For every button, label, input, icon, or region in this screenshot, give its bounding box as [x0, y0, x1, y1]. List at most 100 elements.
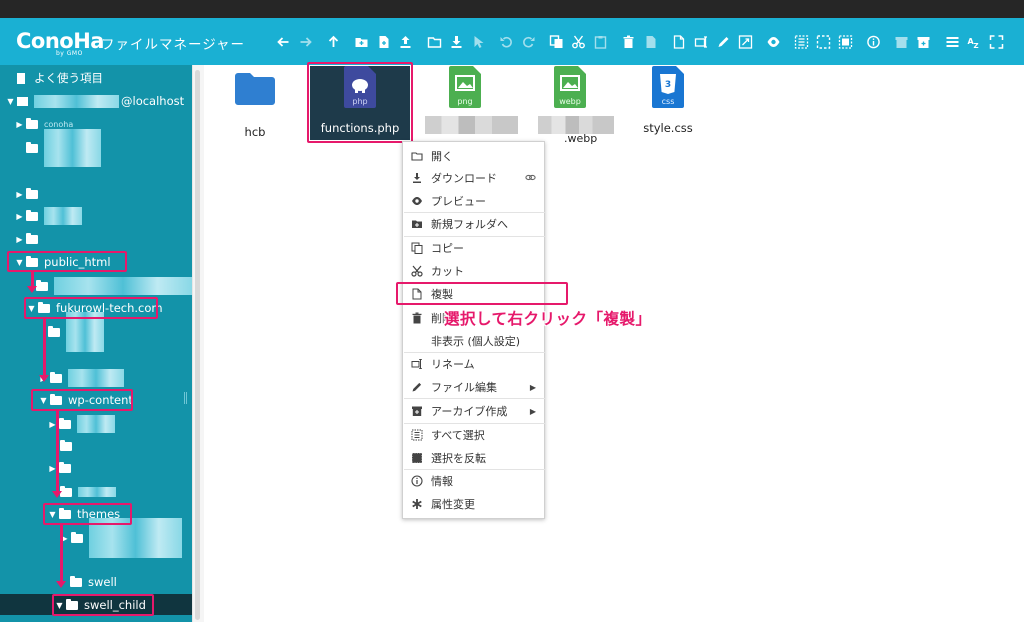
tree-item-folder[interactable]	[48, 312, 104, 352]
resize-handle[interactable]	[184, 392, 187, 404]
folder-icon	[70, 575, 82, 587]
highlight-functions-php	[307, 62, 413, 143]
image-file-icon: webp	[554, 66, 586, 108]
tree-item-folder[interactable]	[26, 129, 101, 167]
download-icon[interactable]	[449, 35, 464, 49]
menu-item-label: カット	[431, 265, 464, 278]
paste-icon[interactable]	[593, 35, 608, 49]
folder-icon	[26, 187, 38, 199]
info-icon	[411, 475, 423, 487]
menu-item-cut[interactable]: カット	[403, 261, 544, 281]
preview-icon[interactable]	[766, 35, 781, 49]
menu-separator	[404, 212, 545, 213]
menu-item-open[interactable]: 開く	[403, 146, 544, 166]
pencil-icon	[411, 381, 423, 393]
menu-item-select-all[interactable]: すべて選択	[403, 425, 544, 445]
menu-item-copy[interactable]: コピー	[403, 238, 544, 258]
arrow-head	[27, 286, 37, 293]
archive-icon[interactable]	[916, 35, 931, 49]
open-icon[interactable]	[427, 35, 442, 49]
redo-icon[interactable]	[521, 35, 536, 49]
duplicate-icon[interactable]	[672, 35, 687, 49]
copy-icon[interactable]	[549, 35, 564, 49]
tree-item-folder[interactable]: ▶	[48, 458, 77, 478]
eye-icon	[411, 195, 423, 207]
highlight-wp-content	[31, 389, 133, 411]
new-file-icon[interactable]	[376, 35, 391, 49]
menu-item-to-new-folder[interactable]: 新規フォルダへ	[403, 214, 544, 234]
tree-item-folder[interactable]: ▶	[60, 518, 182, 558]
menu-item-rename[interactable]: リネーム	[403, 354, 544, 374]
tree-item-folder[interactable]: ▶	[15, 184, 44, 204]
select-all-icon[interactable]	[794, 35, 809, 49]
empty-icon[interactable]	[643, 35, 658, 49]
select-none-icon[interactable]	[816, 35, 831, 49]
delete-icon[interactable]	[621, 35, 636, 49]
tree-item-folder[interactable]: ▶	[39, 368, 124, 388]
folder-icon	[50, 371, 62, 383]
select-cursor-icon[interactable]	[471, 35, 486, 49]
resize-icon[interactable]	[738, 35, 753, 49]
arrow-head	[56, 581, 66, 588]
new-folder-icon[interactable]	[354, 35, 369, 49]
redacted-folder-name	[77, 415, 115, 433]
caret-right-icon[interactable]: ▶	[15, 212, 24, 221]
link-icon[interactable]	[525, 172, 536, 186]
up-icon[interactable]	[326, 35, 341, 49]
sort-icon[interactable]: AZ	[967, 35, 982, 49]
tree-item-label: swell	[88, 575, 117, 589]
rename-icon	[411, 358, 423, 370]
view-list-icon[interactable]	[945, 35, 960, 49]
folder-icon	[71, 531, 83, 543]
css-file-icon: 3 css	[652, 66, 684, 108]
caret-right-icon[interactable]: ▶	[15, 190, 24, 199]
tree-item-folder[interactable]	[60, 436, 78, 456]
tree-item-host[interactable]: ▼ @localhost	[6, 91, 184, 111]
menu-item-preview[interactable]: プレビュー	[403, 191, 544, 211]
caret-down-icon[interactable]: ▼	[6, 97, 15, 106]
tree-item-swell[interactable]: swell	[70, 572, 117, 592]
menu-item-info[interactable]: 情報	[403, 471, 544, 491]
menu-item-archive[interactable]: アーカイブ作成 ▶	[403, 401, 544, 421]
folder-open-icon	[411, 150, 423, 162]
arrow-head	[39, 375, 49, 382]
file-item-style-css[interactable]: 3 css style.css	[623, 66, 713, 136]
upload-icon[interactable]	[398, 35, 413, 49]
tree-item-folder[interactable]: ▶	[15, 229, 44, 249]
folder-icon	[26, 232, 38, 244]
tree-item-favorites[interactable]: よく使う項目	[17, 68, 103, 88]
menu-item-label: 非表示 (個人設定)	[431, 335, 521, 348]
cut-icon[interactable]	[571, 35, 586, 49]
invert-selection-icon[interactable]	[838, 35, 853, 49]
undo-icon[interactable]	[499, 35, 514, 49]
file-item-hcb[interactable]: hcb	[210, 70, 300, 140]
back-icon[interactable]	[276, 35, 291, 49]
fullscreen-icon[interactable]	[989, 35, 1004, 49]
extract-icon[interactable]	[894, 35, 909, 49]
asterisk-icon	[411, 498, 423, 510]
caret-right-icon[interactable]: ▶	[15, 235, 24, 244]
info-icon[interactable]	[866, 35, 881, 49]
tree-item-folder[interactable]: ▶	[15, 206, 82, 226]
arrow-head	[52, 491, 62, 498]
blank-icon	[411, 335, 423, 347]
tree-item-folder[interactable]	[60, 482, 116, 502]
tree-scrollbar-thumb[interactable]	[195, 70, 200, 620]
forward-icon[interactable]	[298, 35, 313, 49]
menu-item-edit[interactable]: ファイル編集 ▶	[403, 377, 544, 397]
menu-item-download[interactable]: ダウンロード	[403, 168, 544, 188]
caret-right-icon[interactable]: ▶	[15, 120, 24, 129]
menu-item-label: コピー	[431, 242, 464, 255]
tree-item-folder[interactable]	[36, 276, 192, 296]
rename-icon[interactable]	[694, 35, 709, 49]
folder-icon	[26, 141, 38, 153]
scissors-icon	[411, 265, 423, 277]
file-name: .webp	[564, 132, 598, 145]
menu-item-label: 属性変更	[431, 498, 475, 511]
menu-item-hide[interactable]: 非表示 (個人設定)	[403, 331, 544, 351]
menu-item-chmod[interactable]: 属性変更	[403, 494, 544, 514]
edit-icon[interactable]	[716, 35, 731, 49]
app-title: ファイルマネージャー	[101, 37, 246, 53]
redacted-folder-name	[68, 369, 124, 387]
menu-item-invert-selection[interactable]: 選択を反転	[403, 448, 544, 468]
